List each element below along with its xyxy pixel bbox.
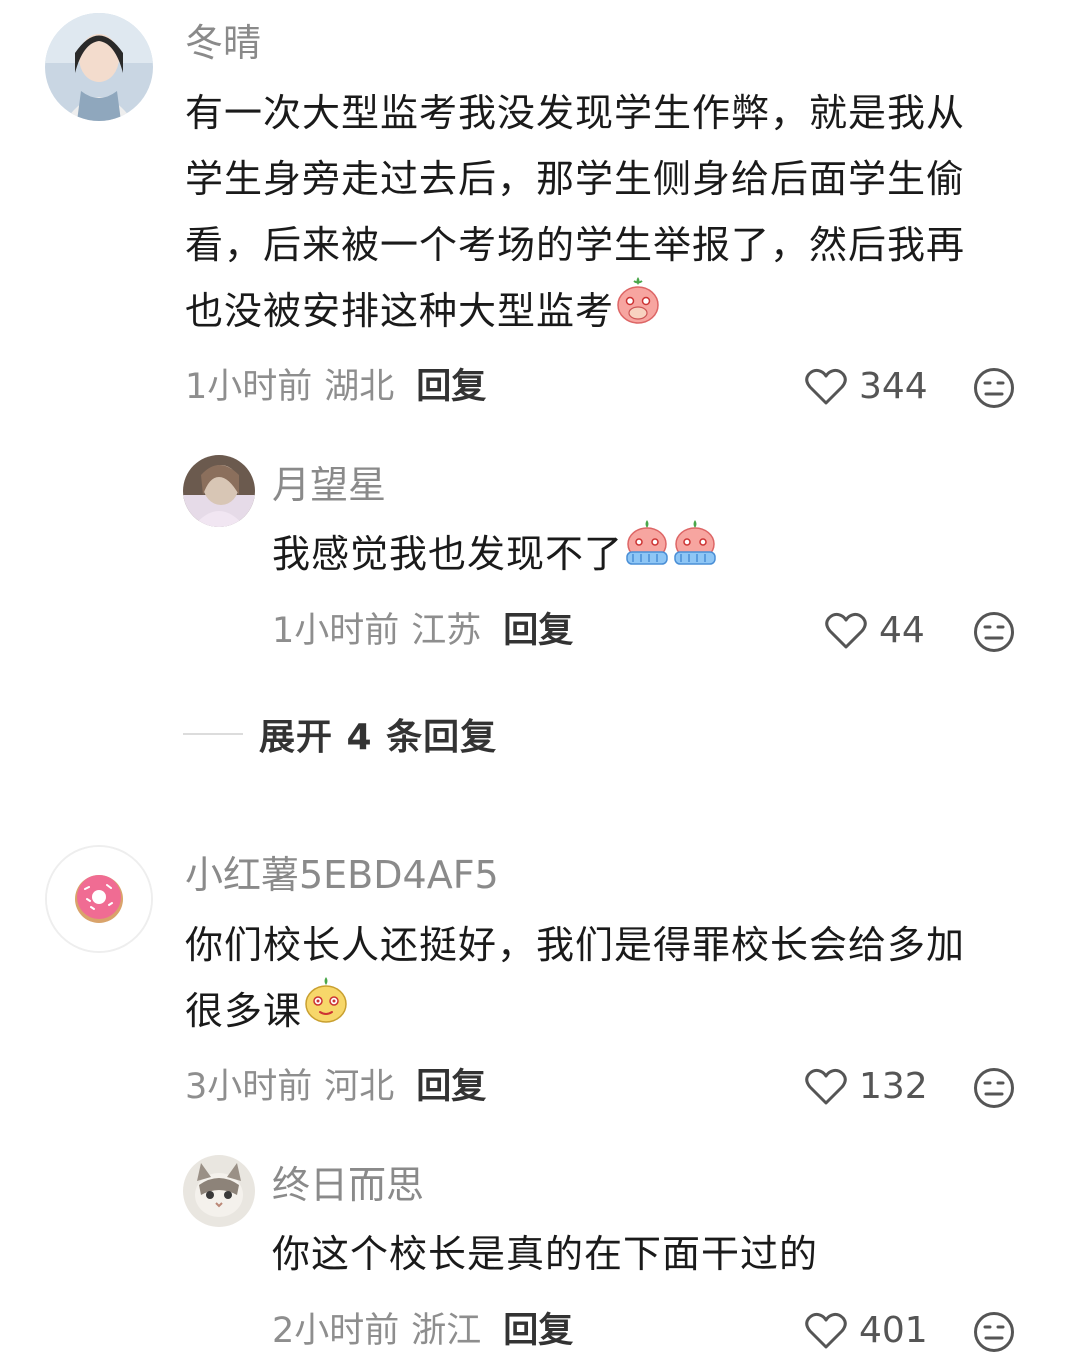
shy-peach-emoji [614,275,662,345]
like-count: 44 [879,610,925,651]
comment-text: 你们校长人还挺好，我们是得罪校长会给多加 很多课 [185,912,965,1045]
reply-button[interactable]: 回复 [503,611,573,651]
comment-meta: 1小时前 湖北 回复 [185,370,486,405]
avatar[interactable] [45,845,153,953]
comment-text-line: 看，后来被一个考场的学生举报了，然后我再 [185,223,966,267]
reply-region: 江苏 [411,611,482,651]
reply-text: 我感觉我也发现不了 [272,518,719,588]
reply-meta: 2小时前 浙江 回复 [272,1314,573,1349]
heart-outline-icon [825,612,867,649]
comment-text: 有一次大型监考我没发现学生作弊，就是我从 学生身旁走过去后，那学生侧身给后面学生… [185,80,965,345]
reply-time: 1小时前 [272,611,400,651]
meh-face-icon [974,1312,1014,1352]
dislike-button[interactable] [973,1311,1015,1357]
heart-outline-icon [805,1312,847,1349]
like-button[interactable]: 132 [805,1068,928,1106]
heart-outline-icon [805,368,847,405]
expand-replies-button[interactable]: 展开 4 条回复 [183,708,497,760]
comment-region: 河北 [324,1067,395,1107]
comment-time: 1小时前 [185,367,313,407]
reply-meta: 1小时前 江苏 回复 [272,614,573,649]
comment-text-line: 学生身旁走过去后，那学生侧身给后面学生偷 [185,157,966,201]
dislike-button[interactable] [973,367,1015,413]
smug-peach-emoji [302,975,350,1045]
avatar[interactable] [183,455,255,527]
reply-text-line: 你这个校长是真的在下面干过的 [272,1232,819,1276]
dislike-button[interactable] [973,1067,1015,1113]
avatar[interactable] [45,13,153,121]
reply-text-line: 我感觉我也发现不了 [272,518,719,588]
reply-button[interactable]: 回复 [416,367,486,407]
username[interactable]: 终日而思 [272,1166,424,1204]
username[interactable]: 小红薯5EBD4AF5 [185,856,499,894]
comment-time: 3小时前 [185,1067,313,1107]
comment-meta: 3小时前 河北 回复 [185,1070,486,1105]
reply-button[interactable]: 回复 [416,1067,486,1107]
reply-time: 2小时前 [272,1311,400,1351]
comment-text-line-last: 也没被安排这种大型监考 [185,275,965,345]
meh-face-icon [974,1068,1014,1108]
comment-text-line-last: 很多课 [185,975,965,1045]
comment-region: 湖北 [324,367,395,407]
avatar[interactable] [183,1155,255,1227]
like-button[interactable]: 344 [805,368,928,406]
dislike-button[interactable] [973,611,1015,657]
username[interactable]: 月望星 [272,466,386,504]
crying-peach-emoji [671,518,719,588]
comment-text-line: 有一次大型监考我没发现学生作弊，就是我从 [185,91,966,135]
like-count: 401 [859,1310,928,1351]
reply-button[interactable]: 回复 [503,1311,573,1351]
reply-text: 你这个校长是真的在下面干过的 [272,1221,818,1287]
expand-divider [183,733,243,735]
reply-region: 浙江 [411,1311,482,1351]
crying-peach-emoji [623,518,671,588]
comment-text-line: 你们校长人还挺好，我们是得罪校长会给多加 [185,923,966,967]
like-count: 344 [859,366,928,407]
meh-face-icon [974,612,1014,652]
like-button[interactable]: 401 [805,1312,928,1350]
like-count: 132 [859,1066,928,1107]
meh-face-icon [974,368,1014,408]
heart-outline-icon [805,1068,847,1105]
like-button[interactable]: 44 [825,612,925,650]
expand-replies-label: 展开 4 条回复 [259,717,498,758]
username[interactable]: 冬晴 [185,24,261,62]
